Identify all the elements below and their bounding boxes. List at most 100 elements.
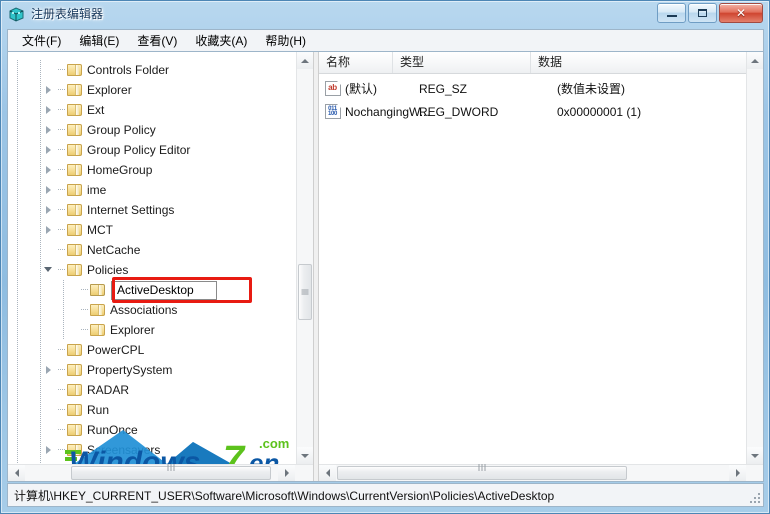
value-name-cell: (默认) xyxy=(345,82,377,96)
folder-icon xyxy=(66,383,83,397)
tree-connector-line xyxy=(58,220,66,240)
list-horizontal-scrollbar[interactable] xyxy=(319,464,763,481)
tree-item-explorer[interactable]: Explorer xyxy=(8,320,296,340)
menu-item-5[interactable]: 帮助(H) xyxy=(256,30,315,51)
tree-indent-guides xyxy=(8,220,42,240)
tree-connector-line xyxy=(58,380,66,400)
expand-arrow-icon[interactable] xyxy=(42,120,58,140)
folder-icon xyxy=(66,443,83,457)
tree-item-group-policy-editor[interactable]: Group Policy Editor xyxy=(8,140,296,160)
scrollbar-grip-icon xyxy=(167,464,176,481)
chevron-right-icon xyxy=(735,469,740,477)
expand-arrow-icon[interactable] xyxy=(42,100,58,120)
list-scroll-up-button[interactable] xyxy=(747,52,763,69)
column-header-3[interactable]: 数据 xyxy=(531,52,763,73)
key-rename-input[interactable]: ActiveDesktop xyxy=(111,280,217,300)
tree-item-label: Controls Folder xyxy=(87,63,170,77)
tree-item-ext[interactable]: Ext xyxy=(8,100,296,120)
tree-item-mct[interactable]: MCT xyxy=(8,220,296,240)
close-button[interactable]: ✕ xyxy=(719,3,763,23)
folder-icon xyxy=(66,363,83,377)
tree-item-screensavers[interactable]: Screensavers xyxy=(8,440,296,460)
tree-scroll-left-button[interactable] xyxy=(8,465,25,481)
tree-item-group-policy[interactable]: Group Policy xyxy=(8,120,296,140)
menu-item-4[interactable]: 收藏夹(A) xyxy=(186,30,256,51)
expand-arrow-icon[interactable] xyxy=(42,160,58,180)
value-row[interactable]: 011 100 NochangingW... REG_DWORD 0x00000001 … xyxy=(319,101,763,122)
list-scroll-left-button[interactable] xyxy=(319,465,336,481)
minimize-button[interactable] xyxy=(657,3,686,23)
registry-key-tree-pane: Controls Folder Explorer Ext Group Policy Gr… xyxy=(8,52,313,481)
value-type-cell: REG_SZ xyxy=(419,81,468,96)
tree-horizontal-scrollbar[interactable] xyxy=(8,464,313,481)
maximize-button[interactable] xyxy=(688,3,717,23)
registry-editor-icon xyxy=(8,6,25,23)
tree-item-label: ime xyxy=(87,183,107,197)
tree-indent-guides xyxy=(8,80,42,100)
tree-item-internet-settings[interactable]: Internet Settings xyxy=(8,200,296,220)
title-bar: 注册表编辑器 ✕ xyxy=(1,1,769,28)
column-header-2[interactable]: 类型 xyxy=(393,52,531,73)
tree-scroll-down-button[interactable] xyxy=(297,447,313,464)
tree-item-run[interactable]: Run xyxy=(8,400,296,420)
expand-arrow-icon[interactable] xyxy=(42,80,58,100)
column-header-1[interactable]: 名称 xyxy=(319,52,393,73)
tree-item-netcache[interactable]: NetCache xyxy=(8,240,296,260)
folder-icon xyxy=(66,343,83,357)
tree-indent-guides xyxy=(8,360,42,380)
expand-arrow-icon[interactable] xyxy=(42,200,58,220)
tree-item-label: MCT xyxy=(87,223,113,237)
registry-editor-window: 注册表编辑器 ✕ 文件(F) 编辑(E) 查看(V) 收藏夹(A) 帮助(H) Cont… xyxy=(0,0,770,514)
tree-indent-guides xyxy=(8,100,42,120)
tree-indent-guides xyxy=(8,120,42,140)
folder-icon xyxy=(66,203,83,217)
tree-indent-guides xyxy=(8,280,65,300)
list-scroll-down-button[interactable] xyxy=(747,447,763,464)
resize-grip-icon[interactable] xyxy=(748,491,760,503)
tree-item-label: Screensavers xyxy=(87,443,161,457)
tree-item-ime[interactable]: ime xyxy=(8,180,296,200)
tree-scrollbar-thumb[interactable] xyxy=(298,264,312,320)
tree-connector-line xyxy=(81,320,89,340)
tree-indent-guides xyxy=(8,240,42,260)
value-row[interactable]: ab (默认) REG_SZ (数值未设置) xyxy=(319,78,763,99)
menu-item-3[interactable]: 查看(V) xyxy=(128,30,186,51)
tree-item-explorer[interactable]: Explorer xyxy=(8,80,296,100)
expand-arrow-icon[interactable] xyxy=(42,180,58,200)
folder-icon xyxy=(66,403,83,417)
list-vertical-scrollbar[interactable] xyxy=(746,52,763,464)
list-hscrollbar-thumb[interactable] xyxy=(337,464,627,480)
expand-arrow-icon[interactable] xyxy=(42,360,58,380)
tree-item-propertysystem[interactable]: PropertySystem xyxy=(8,360,296,380)
tree-connector-line xyxy=(58,400,66,420)
tree-item-runonce[interactable]: RunOnce xyxy=(8,420,296,440)
tree-indent-guides xyxy=(8,400,42,420)
menu-item-1[interactable]: 文件(F) xyxy=(13,30,70,51)
tree-item-radar[interactable]: RADAR xyxy=(8,380,296,400)
tree-scroll-right-button[interactable] xyxy=(278,465,295,481)
tree-hscrollbar-thumb[interactable] xyxy=(71,464,271,481)
tree-item-homegroup[interactable]: HomeGroup xyxy=(8,160,296,180)
expand-arrow-icon[interactable] xyxy=(42,220,58,240)
expand-arrow-icon[interactable] xyxy=(42,140,58,160)
tree-item-controls-folder[interactable]: Controls Folder xyxy=(8,60,296,80)
tree-connector-line xyxy=(58,100,66,120)
tree-item-policies[interactable]: Policies xyxy=(8,260,296,280)
tree-vertical-scrollbar[interactable] xyxy=(296,52,313,464)
menu-item-2[interactable]: 编辑(E) xyxy=(70,30,128,51)
tree-item-activedesktop[interactable]: ActiveDesktop xyxy=(8,280,296,300)
collapse-arrow-icon[interactable] xyxy=(42,260,58,280)
tree-item-powercpl[interactable]: PowerCPL xyxy=(8,340,296,360)
folder-icon xyxy=(66,163,83,177)
tree-item-label: PowerCPL xyxy=(87,343,145,357)
tree-item-label: RADAR xyxy=(87,383,130,397)
tree-scroll-up-button[interactable] xyxy=(297,52,313,69)
expand-arrow-icon[interactable] xyxy=(42,440,58,460)
tree-item-label: Ext xyxy=(87,103,105,117)
minimize-icon xyxy=(658,4,685,22)
list-scroll-right-button[interactable] xyxy=(729,465,746,481)
tree-item-label: Internet Settings xyxy=(87,203,175,217)
tree-item-associations[interactable]: Associations xyxy=(8,300,296,320)
